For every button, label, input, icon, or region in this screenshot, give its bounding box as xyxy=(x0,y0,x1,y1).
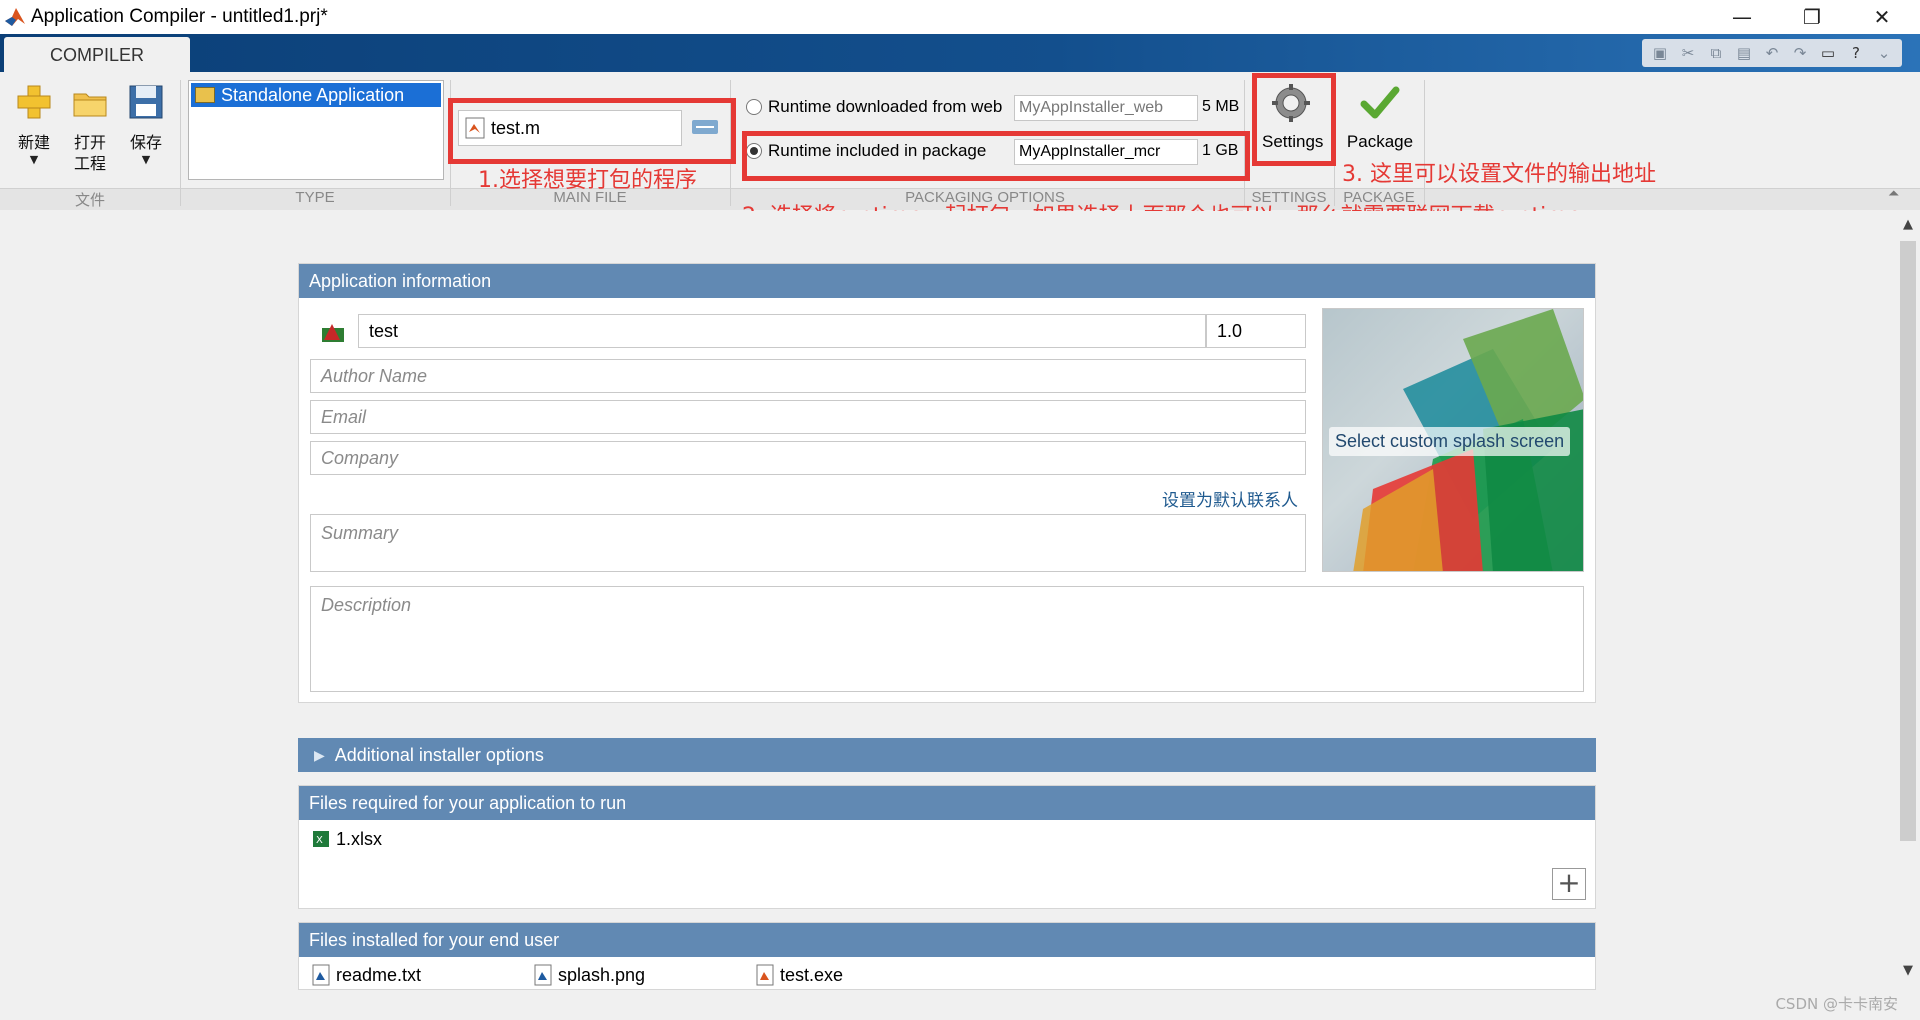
svg-text:X: X xyxy=(316,835,323,846)
restore-button[interactable]: ❐ xyxy=(1782,0,1842,34)
redo-icon[interactable]: ↷ xyxy=(1788,41,1812,65)
version-field[interactable]: 1.0 xyxy=(1206,314,1306,348)
chevron-down-icon: ▼ xyxy=(141,153,151,166)
watermark: CSDN @卡卡南安 xyxy=(1775,995,1898,1013)
window-icon[interactable]: ▭ xyxy=(1816,41,1840,65)
list-item[interactable]: test.exe xyxy=(756,964,843,986)
checkmark-icon xyxy=(1360,86,1400,119)
web-installer-name-field[interactable]: MyAppInstaller_web xyxy=(1014,95,1198,121)
section-label-file: 文件 xyxy=(74,192,105,209)
list-item[interactable]: X 1.xlsx xyxy=(312,828,382,850)
excel-file-icon: X xyxy=(313,831,329,847)
chevron-down-icon: ▼ xyxy=(29,153,39,166)
app-icon[interactable] xyxy=(320,320,346,344)
section-label-type: TYPE xyxy=(295,189,335,206)
annotation-box-runtime xyxy=(742,131,1250,181)
save-button[interactable]: 保存 ▼ xyxy=(118,80,174,166)
cut-icon[interactable]: ✂ xyxy=(1676,41,1700,65)
open-project-button[interactable]: 打开 工程 xyxy=(62,80,118,174)
additional-installer-options-panel[interactable]: ▶ Additional installer options xyxy=(298,738,1596,772)
annotation-1: 1.选择想要打包的程序 xyxy=(478,168,697,193)
radio-button[interactable] xyxy=(746,99,762,115)
save-icon[interactable]: ▣ xyxy=(1648,41,1672,65)
application-icon xyxy=(195,87,215,103)
annotation-box-main-file xyxy=(448,98,736,164)
list-item[interactable]: splash.png xyxy=(534,964,645,986)
divider xyxy=(180,80,181,206)
expand-arrow-icon[interactable]: ▶ xyxy=(314,747,325,764)
app-name-field[interactable]: test xyxy=(358,314,1206,348)
description-field[interactable]: Description xyxy=(310,586,1584,692)
minimize-button[interactable]: — xyxy=(1712,0,1772,34)
files-installed-panel: Files installed for your end user xyxy=(298,922,1596,990)
collapse-ribbon-icon[interactable]: ⏶ xyxy=(1888,186,1899,202)
new-button[interactable]: 新建 ▼ xyxy=(6,80,62,166)
tab-strip xyxy=(0,34,1920,72)
paste-icon[interactable]: ▤ xyxy=(1732,41,1756,65)
type-option-standalone[interactable]: Standalone Application xyxy=(191,83,441,107)
open-project-icon xyxy=(73,93,107,117)
set-default-contact-link[interactable]: 设置为默认联系人 xyxy=(1162,486,1298,511)
add-file-button[interactable]: + xyxy=(1552,868,1586,900)
save-icon xyxy=(129,85,163,119)
help-icon[interactable]: ? xyxy=(1844,41,1868,65)
image-file-icon xyxy=(534,964,552,986)
copy-icon[interactable]: ⧉ xyxy=(1704,41,1728,65)
quick-access-toolbar: ▣ ✂ ⧉ ▤ ↶ ↷ ▭ ? ⌄ xyxy=(1642,39,1902,67)
scroll-up-icon[interactable]: ▲ xyxy=(1896,217,1920,239)
radio-runtime-web[interactable]: Runtime downloaded from web xyxy=(746,92,1002,122)
author-name-field[interactable]: Author Name xyxy=(310,359,1306,393)
web-size-label: 5 MB xyxy=(1202,98,1240,115)
annotation-3: 3. 这里可以设置文件的输出地址 xyxy=(1342,162,1656,187)
new-icon xyxy=(17,85,51,119)
panel-header: Files required for your application to r… xyxy=(299,786,1595,820)
splash-screen-selector[interactable]: Select custom splash screen xyxy=(1322,308,1584,572)
panel-header: Application information xyxy=(299,264,1595,298)
scroll-down-icon[interactable]: ▼ xyxy=(1896,963,1920,985)
tab-compiler[interactable]: COMPILER xyxy=(4,37,190,73)
panel-header: Files installed for your end user xyxy=(299,923,1595,957)
title-bar: Application Compiler - untitled1.prj* — … xyxy=(0,0,1920,34)
company-field[interactable]: Company xyxy=(310,441,1306,475)
email-field[interactable]: Email xyxy=(310,400,1306,434)
list-item[interactable]: readme.txt xyxy=(312,964,421,986)
close-button[interactable]: ✕ xyxy=(1852,0,1912,34)
vertical-scrollbar[interactable]: ▲ ▼ xyxy=(1896,211,1920,990)
exe-file-icon xyxy=(756,964,774,986)
splash-screen-label: Select custom splash screen xyxy=(1329,427,1571,456)
annotation-box-settings xyxy=(1252,73,1336,166)
dropdown-icon[interactable]: ⌄ xyxy=(1872,41,1896,65)
window-title: Application Compiler - untitled1.prj* xyxy=(31,6,328,27)
type-list[interactable]: Standalone Application xyxy=(188,80,444,180)
scrollbar-thumb[interactable] xyxy=(1900,241,1916,841)
matlab-logo-icon xyxy=(5,8,25,26)
undo-icon[interactable]: ↶ xyxy=(1760,41,1784,65)
files-required-panel: Files required for your application to r… xyxy=(298,785,1596,909)
package-button[interactable]: Package xyxy=(1340,80,1420,152)
summary-field[interactable]: Summary xyxy=(310,514,1306,572)
text-file-icon xyxy=(312,964,330,986)
